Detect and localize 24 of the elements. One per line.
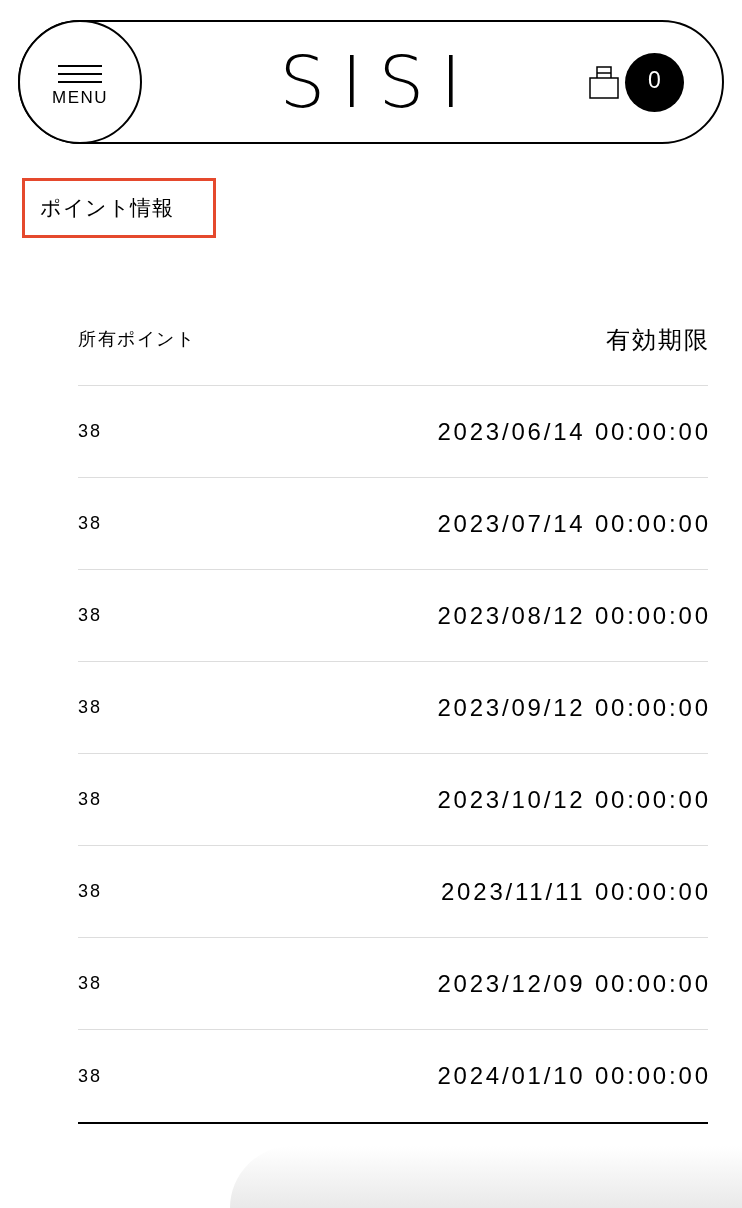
expiry-date-cell-text: 2024/01/10 00:00:00 bbox=[437, 1061, 711, 1091]
points-cell-text: 38 bbox=[78, 512, 103, 535]
column-header: 所有ポイント bbox=[78, 328, 195, 351]
points-cell-text: 38 bbox=[78, 604, 103, 627]
section-title: ポイント情報 bbox=[40, 195, 173, 222]
points-cell-text: 38 bbox=[78, 788, 103, 811]
expiry-date-cell-text: 2023/09/12 00:00:00 bbox=[437, 692, 711, 723]
expiry-date-cell-text: 2023/06/14 00:00:00 bbox=[437, 416, 711, 447]
column-header: 有効期限 bbox=[606, 324, 710, 355]
cart-count-badge: 0 bbox=[625, 52, 684, 112]
expiry-date-cell-text: 2023/11/11 00:00:00 bbox=[440, 876, 711, 907]
shopping-bag-icon[interactable] bbox=[589, 65, 619, 99]
points-cell-text: 38 bbox=[78, 972, 103, 995]
expiry-date-cell-text: 2023/12/09 00:00:00 bbox=[437, 968, 711, 999]
menu-button[interactable]: MENU bbox=[18, 20, 142, 144]
expiry-date-cell-text: 2023/07/14 00:00:00 bbox=[437, 508, 711, 539]
expiry-date-cell-text: 2023/08/12 00:00:00 bbox=[437, 600, 711, 631]
expiry-date-cell-text: 2023/10/12 00:00:00 bbox=[437, 784, 711, 815]
points-cell-text: 38 bbox=[78, 420, 103, 443]
logo[interactable]: SISI bbox=[279, 46, 478, 118]
points-cell-text: 38 bbox=[78, 880, 103, 903]
menu-icon bbox=[58, 64, 102, 83]
points-cell-text: 38 bbox=[78, 696, 103, 719]
points-cell-text: 38 bbox=[78, 1064, 103, 1088]
